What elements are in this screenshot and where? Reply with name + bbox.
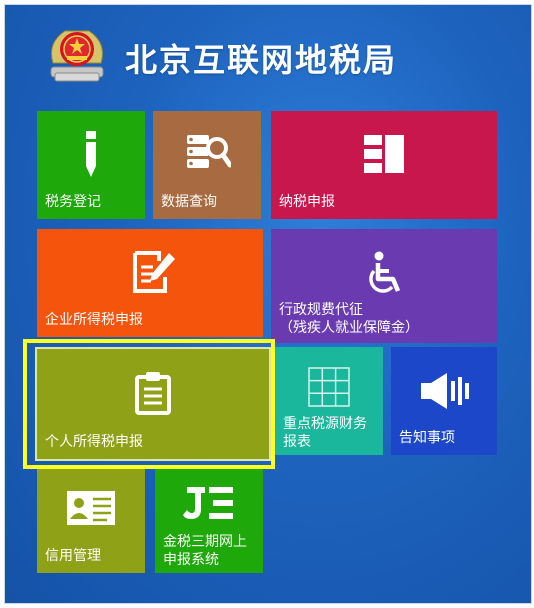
tile-label: 重点税源财务 报表 — [283, 416, 367, 450]
tile-label: 行政规费代征 （残疾人就业保障金） — [279, 302, 419, 336]
document-edit-icon — [133, 251, 175, 293]
tile-label: 信用管理 — [45, 548, 101, 564]
national-emblem-icon — [50, 30, 104, 82]
tile-credit-management[interactable]: 信用管理 — [37, 469, 145, 573]
speaker-icon — [421, 373, 469, 409]
tile-notices[interactable]: 告知事项 — [391, 347, 497, 455]
portal-frame: 北京互联网地税局 税务登记 数据查询 纳税申报 企业所得税申报 行政规费代征 （… — [4, 4, 532, 604]
database-search-icon — [187, 135, 231, 168]
tile-data-query[interactable]: 数据查询 — [153, 111, 261, 219]
tile-enterprise-income-tax[interactable]: 企业所得税申报 — [37, 229, 263, 337]
grid-table-icon — [308, 367, 350, 407]
site-title: 北京互联网地税局 — [125, 41, 398, 79]
tile-key-tax-source-reports[interactable]: 重点税源财务 报表 — [275, 347, 383, 455]
tile-tax-registration[interactable]: 税务登记 — [37, 111, 145, 219]
tile-label: 税务登记 — [45, 194, 101, 210]
id-card-icon — [67, 491, 115, 525]
pen-icon — [86, 131, 96, 177]
tile-label: 企业所得税申报 — [45, 312, 143, 328]
tile-tax-declaration[interactable]: 纳税申报 — [271, 111, 497, 219]
wheelchair-icon — [369, 251, 401, 293]
report-columns-icon — [364, 135, 404, 173]
selection-highlight — [23, 339, 275, 469]
tile-golden-tax-system[interactable]: 金税三期网上 申报系统 — [155, 469, 263, 573]
tile-label: 数据查询 — [161, 194, 217, 210]
jinshui-logo-icon — [183, 487, 233, 519]
tile-administrative-fees[interactable]: 行政规费代征 （残疾人就业保障金） — [271, 229, 497, 343]
tile-label: 金税三期网上 申报系统 — [163, 534, 247, 568]
tile-label: 纳税申报 — [279, 194, 335, 210]
tile-label: 告知事项 — [399, 430, 455, 446]
